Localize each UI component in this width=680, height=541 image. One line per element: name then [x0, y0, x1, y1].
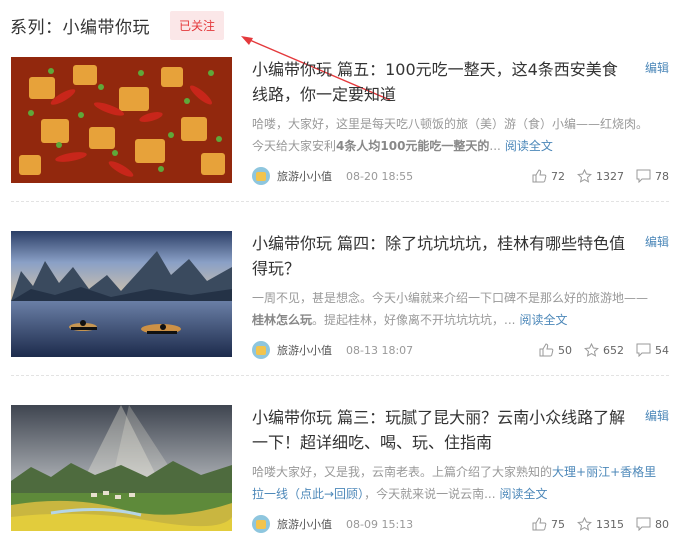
- edit-link[interactable]: 编辑: [645, 59, 669, 76]
- summary-text: ...: [489, 139, 501, 153]
- edit-link[interactable]: 编辑: [645, 407, 669, 424]
- summary-highlight: 4条人均100元能吃一整天的: [336, 139, 490, 153]
- summary-text: 一周不见，甚是想念。今天小编就来介绍一下口碑不是那么好的旅游地——: [252, 291, 649, 305]
- read-more-link[interactable]: 阅读全文: [505, 139, 553, 153]
- thumbs-up-icon: [539, 343, 554, 357]
- favorite-button[interactable]: 1315: [577, 517, 624, 531]
- comment-button[interactable]: 78: [636, 169, 669, 183]
- author-name[interactable]: 旅游小小值: [277, 342, 332, 358]
- publish-date: 08-13 18:07: [346, 343, 414, 357]
- like-button[interactable]: 72: [532, 169, 565, 183]
- comment-button[interactable]: 54: [636, 343, 669, 357]
- summary-text: 。提起桂林，好像离不开坑坑坑坑，...: [312, 313, 516, 327]
- favorite-count: 1327: [596, 169, 624, 183]
- comment-icon: [636, 343, 651, 357]
- edit-link[interactable]: 编辑: [645, 233, 669, 250]
- article-summary: 哈喽大家好，又是我，云南老表。上篇介绍了大家熟知的大理+丽江+香格里拉一线（点此…: [252, 461, 657, 505]
- avatar[interactable]: [252, 515, 270, 533]
- author-name[interactable]: 旅游小小值: [277, 168, 332, 184]
- favorite-count: 1315: [596, 517, 624, 531]
- thumbs-up-icon: [532, 169, 547, 183]
- article-stats: 72 1327 78: [520, 165, 669, 187]
- summary-text: ，今天就来说一说云南...: [364, 487, 496, 501]
- article-card[interactable]: 小编带你玩 篇五：100元吃一整天，这4条西安美食线路，你一定要知道 编辑 哈喽…: [11, 57, 669, 185]
- comment-count: 78: [655, 169, 669, 183]
- comment-count: 54: [655, 343, 669, 357]
- summary-text: 哈喽大家好，又是我，云南老表。上篇介绍了大家熟知的: [252, 465, 553, 479]
- article-summary: 一周不见，甚是想念。今天小编就来介绍一下口碑不是那么好的旅游地—— 桂林怎么玩。提…: [252, 287, 657, 331]
- favorite-count: 652: [603, 343, 624, 357]
- read-more-link[interactable]: 阅读全文: [519, 313, 567, 327]
- article-title[interactable]: 小编带你玩 篇五：100元吃一整天，这4条西安美食线路，你一定要知道: [252, 57, 632, 107]
- like-count: 72: [551, 169, 565, 183]
- comment-count: 80: [655, 517, 669, 531]
- article-summary: 哈喽，大家好，这里是每天吃八顿饭的旅（美）游（食）小编——红烧肉。今天给大家安利…: [252, 113, 657, 157]
- read-more-link[interactable]: 阅读全文: [500, 487, 548, 501]
- yunnan-valley-image[interactable]: [11, 405, 232, 531]
- like-button[interactable]: 75: [532, 517, 565, 531]
- avatar[interactable]: [252, 167, 270, 185]
- article-meta: 旅游小小值 08-09 15:13 75 1315 80: [252, 513, 669, 535]
- like-count: 75: [551, 517, 565, 531]
- favorite-button[interactable]: 652: [584, 343, 624, 357]
- avatar[interactable]: [252, 341, 270, 359]
- article-stats: 50 652 54: [527, 339, 669, 361]
- comment-icon: [636, 517, 651, 531]
- comment-button[interactable]: 80: [636, 517, 669, 531]
- summary-highlight: 桂林怎么玩: [252, 313, 313, 327]
- series-header: 系列：小编带你玩 已关注: [10, 10, 225, 40]
- follow-button[interactable]: 已关注: [170, 10, 225, 40]
- divider: [11, 201, 669, 202]
- article-stats: 75 1315 80: [520, 513, 669, 535]
- favorite-button[interactable]: 1327: [577, 169, 624, 183]
- article-card[interactable]: 小编带你玩 篇四：除了坑坑坑坑，桂林有哪些特色值得玩？ 编辑 一周不见，甚是想念…: [11, 231, 669, 359]
- spicy-chicken-dish-image[interactable]: [11, 57, 232, 183]
- article-meta: 旅游小小值 08-13 18:07 50 652 54: [252, 339, 669, 361]
- star-icon: [577, 169, 592, 183]
- publish-date: 08-09 15:13: [346, 517, 414, 531]
- guilin-river-image[interactable]: [11, 231, 232, 357]
- like-count: 50: [558, 343, 572, 357]
- article-title[interactable]: 小编带你玩 篇三：玩腻了昆大丽？云南小众线路了解一下！超详细吃、喝、玩、住指南: [252, 405, 632, 455]
- article-card[interactable]: 小编带你玩 篇三：玩腻了昆大丽？云南小众线路了解一下！超详细吃、喝、玩、住指南 …: [11, 405, 669, 533]
- like-button[interactable]: 50: [539, 343, 572, 357]
- article-title[interactable]: 小编带你玩 篇四：除了坑坑坑坑，桂林有哪些特色值得玩？: [252, 231, 632, 281]
- series-title: 系列：小编带你玩: [10, 17, 150, 38]
- comment-icon: [636, 169, 651, 183]
- article-meta: 旅游小小值 08-20 18:55 72 1327 78: [252, 165, 669, 187]
- divider: [11, 375, 669, 376]
- publish-date: 08-20 18:55: [346, 169, 414, 183]
- star-icon: [584, 343, 599, 357]
- thumbs-up-icon: [532, 517, 547, 531]
- author-name[interactable]: 旅游小小值: [277, 516, 332, 532]
- star-icon: [577, 517, 592, 531]
